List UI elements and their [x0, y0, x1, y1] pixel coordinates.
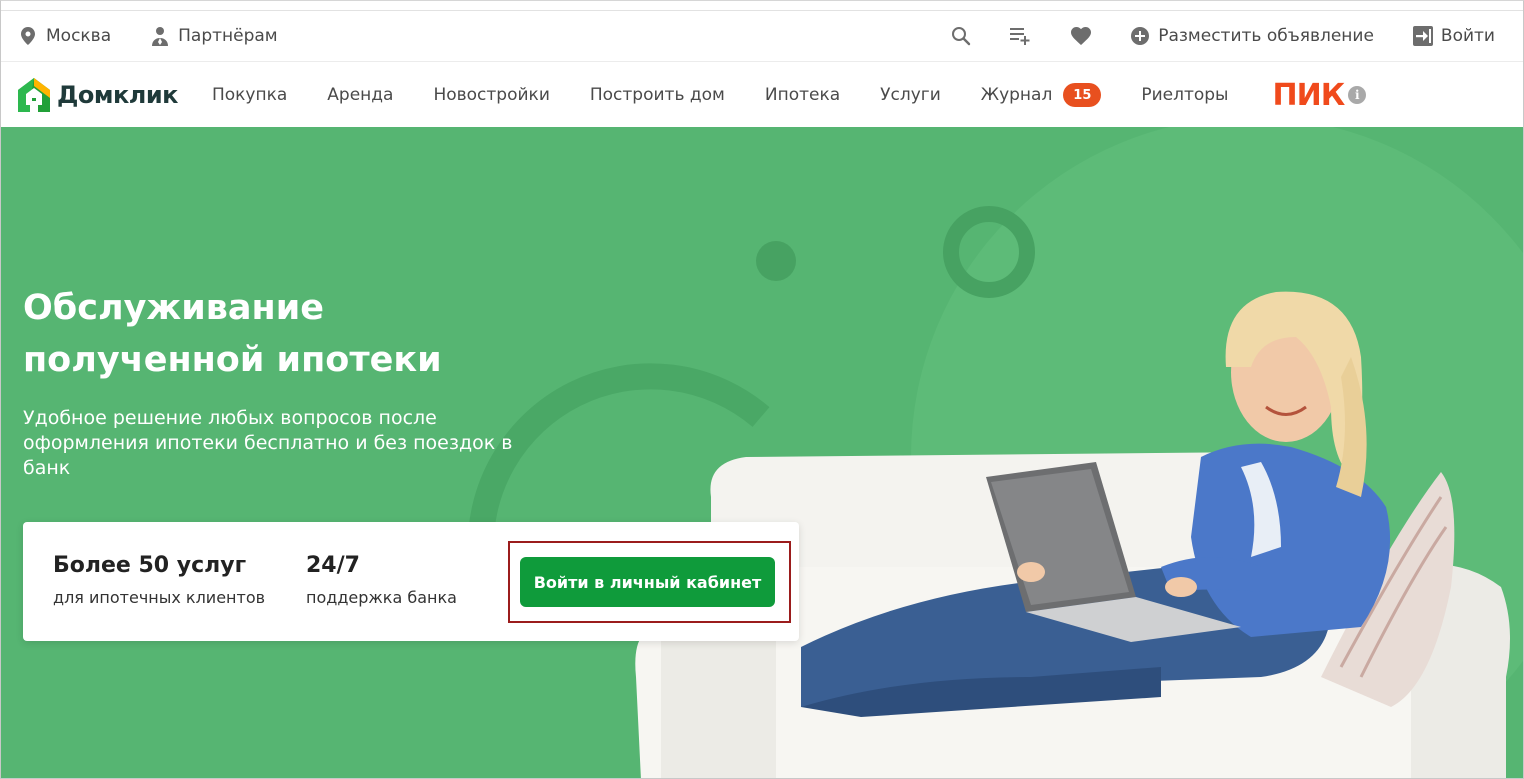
pik-partner-logo[interactable]: ПИК i: [1272, 77, 1367, 113]
hero-subtitle: Удобное решение любых вопросов после офо…: [23, 407, 513, 479]
stat-services: Более 50 услуг для ипотечных клиентов: [53, 552, 265, 607]
partners-label: Партнёрам: [178, 26, 278, 46]
nav-item-rent[interactable]: Аренда: [327, 85, 393, 105]
nav-item-realtors[interactable]: Риелторы: [1141, 85, 1228, 105]
nav-item-buy[interactable]: Покупка: [212, 85, 287, 105]
info-card: Более 50 услуг для ипотечных клиентов 24…: [23, 522, 799, 641]
login-link[interactable]: Войти: [1412, 25, 1495, 47]
nav-item-services[interactable]: Услуги: [880, 85, 941, 105]
location-pin-icon: [17, 25, 39, 47]
domclick-house-icon: [18, 78, 50, 112]
woman-on-sofa-image: [635, 291, 1510, 778]
stat-support: 24/7 поддержка банка: [306, 552, 457, 607]
top-utility-bar: Москва Партнёрам Разместить объявление В…: [1, 10, 1523, 62]
personal-account-login-button[interactable]: Войти в личный кабинет: [520, 557, 775, 607]
main-navigation: Домклик Покупка Аренда Новостройки Постр…: [1, 63, 1523, 127]
info-icon[interactable]: i: [1348, 86, 1367, 104]
person-icon: [149, 25, 171, 47]
login-label: Войти: [1440, 26, 1495, 46]
plus-circle-icon: [1129, 25, 1151, 47]
hero-title-line1: Обслуживание: [23, 288, 324, 328]
playlist-add-icon[interactable]: [1009, 24, 1033, 48]
journal-count-badge: 15: [1063, 83, 1102, 107]
post-ad-link[interactable]: Разместить объявление: [1129, 25, 1374, 47]
stat-services-value: Более 50 услуг: [53, 553, 247, 578]
post-ad-label: Разместить объявление: [1158, 26, 1374, 46]
domclick-logo[interactable]: Домклик: [1, 77, 178, 113]
city-label: Москва: [46, 26, 112, 46]
hero-title-line2: полученной ипотеки: [23, 340, 442, 380]
login-arrow-icon: [1412, 25, 1434, 47]
stat-support-caption: поддержка банка: [306, 588, 457, 607]
nav-item-journal-label: Журнал: [980, 85, 1053, 105]
city-selector[interactable]: Москва: [17, 25, 111, 47]
browser-page: Москва Партнёрам Разместить объявление В…: [0, 0, 1524, 779]
stat-services-caption: для ипотечных клиентов: [53, 588, 266, 607]
search-icon[interactable]: [949, 24, 973, 48]
logo-text: Домклик: [57, 81, 178, 109]
hero-title: Обслуживание полученной ипотеки: [23, 282, 623, 386]
nav-item-mortgage[interactable]: Ипотека: [765, 85, 840, 105]
pik-logo-text: ПИК: [1272, 77, 1345, 113]
heart-icon[interactable]: [1069, 24, 1093, 48]
nav-item-build-house[interactable]: Построить дом: [590, 85, 725, 105]
nav-item-journal[interactable]: Журнал 15: [981, 83, 1102, 107]
partners-link[interactable]: Партнёрам: [149, 25, 278, 47]
nav-item-new-buildings[interactable]: Новостройки: [433, 85, 549, 105]
hero-banner: Обслуживание полученной ипотеки Удобное …: [1, 127, 1523, 778]
stat-support-value: 24/7: [306, 553, 360, 578]
